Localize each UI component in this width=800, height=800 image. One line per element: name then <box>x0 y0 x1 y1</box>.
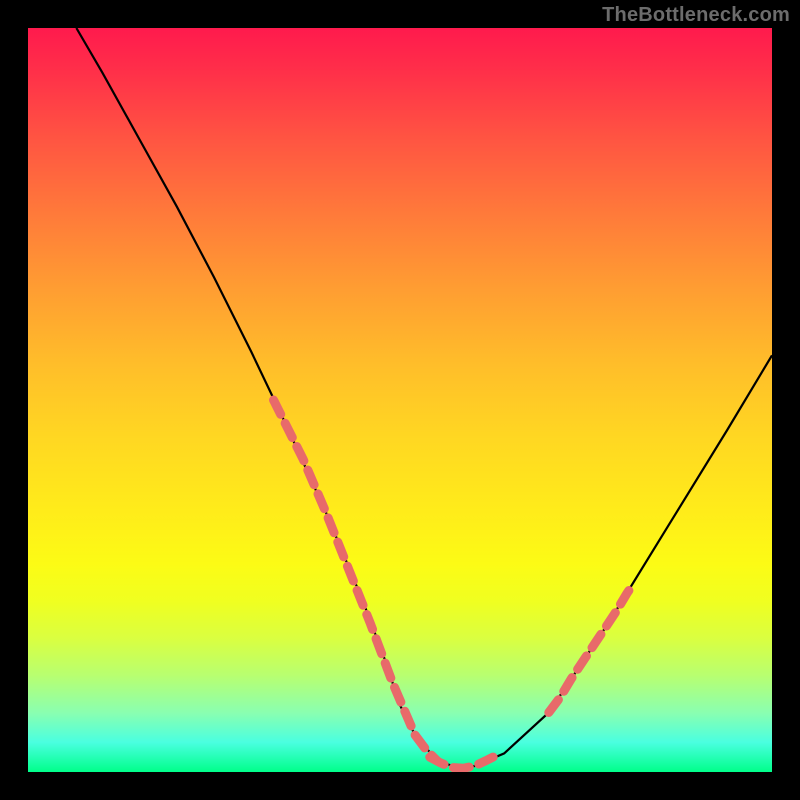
plot-area <box>28 28 772 772</box>
highlight-left <box>274 400 438 761</box>
highlight-bottom <box>430 755 501 768</box>
chart-svg <box>28 28 772 772</box>
chart-container: TheBottleneck.com <box>0 0 800 800</box>
watermark-text: TheBottleneck.com <box>602 4 790 27</box>
main-curve <box>76 28 772 768</box>
highlight-right <box>549 582 635 712</box>
